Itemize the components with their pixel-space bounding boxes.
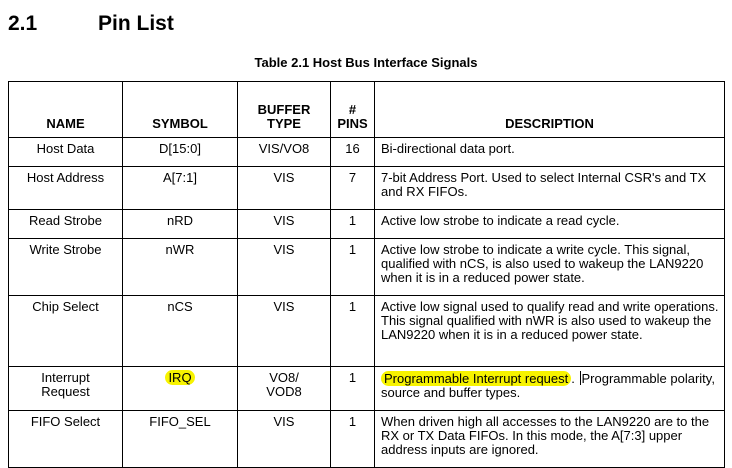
section-title: Pin List (98, 12, 174, 35)
cell-description: Active low signal used to qualify read a… (374, 295, 725, 367)
cell-pins: 1 (330, 209, 375, 239)
column-header-description: DESCRIPTION (374, 81, 725, 138)
cell-buffer: VO8/VOD8 (237, 366, 331, 411)
cell-pins: 1 (330, 410, 375, 468)
table-row: FIFO Select FIFO_SEL VIS 1 When driven h… (8, 410, 725, 468)
cell-pins: 1 (330, 238, 375, 296)
cell-symbol: nCS (122, 295, 238, 367)
column-header-name: NAME (8, 81, 123, 138)
cell-symbol: IRQ (122, 366, 238, 411)
cell-name: Host Data (8, 137, 123, 167)
column-header-buffer-type: BUFFER TYPE (237, 81, 331, 138)
table-row: Read Strobe nRD VIS 1 Active low strobe … (8, 209, 725, 239)
cell-symbol: nWR (122, 238, 238, 296)
cell-pins: 1 (330, 366, 375, 411)
cell-pins: 1 (330, 295, 375, 367)
cell-description: Active low strobe to indicate a read cyc… (374, 209, 725, 239)
cell-buffer: VIS (237, 209, 331, 239)
cell-name: Chip Select (8, 295, 123, 367)
description-highlight: Programmable Interrupt request (381, 371, 572, 386)
table-header-row: NAME SYMBOL BUFFER TYPE # PINS DESCRIPTION (8, 81, 725, 138)
cell-buffer: VIS (237, 166, 331, 210)
cell-buffer: VIS (237, 410, 331, 468)
cell-name: Host Address (8, 166, 123, 210)
cell-symbol: D[15:0] (122, 137, 238, 167)
cell-pins: 16 (330, 137, 375, 167)
cell-symbol: FIFO_SEL (122, 410, 238, 468)
cell-buffer: VIS/VO8 (237, 137, 331, 167)
table-row: Chip Select nCS VIS 1 Active low signal … (8, 295, 725, 367)
cell-description: Bi-directional data port. (374, 137, 725, 167)
cell-symbol: nRD (122, 209, 238, 239)
cell-description: When driven high all accesses to the LAN… (374, 410, 725, 468)
cell-name: Read Strobe (8, 209, 123, 239)
table-row: Host Data D[15:0] VIS/VO8 16 Bi-directio… (8, 137, 725, 167)
cell-name: FIFO Select (8, 410, 123, 468)
cell-pins: 7 (330, 166, 375, 210)
pin-list-table: NAME SYMBOL BUFFER TYPE # PINS DESCRIPTION… (8, 81, 725, 468)
section-number: 2.1 (8, 12, 38, 35)
column-header-symbol: SYMBOL (122, 81, 238, 138)
cell-name: Write Strobe (8, 238, 123, 296)
cell-name: Interrupt Request (8, 366, 123, 411)
cell-description: Active low strobe to indicate a write cy… (374, 238, 725, 296)
table-caption: Table 2.1 Host Bus Interface Signals (254, 55, 478, 70)
text-cursor (579, 371, 581, 385)
table-row: Host Address A[7:1] VIS 7 7-bit Address … (8, 166, 725, 210)
cell-buffer: VIS (237, 295, 331, 367)
cell-description: Programmable Interrupt request. Programm… (374, 366, 725, 411)
cell-symbol: A[7:1] (122, 166, 238, 210)
table-row: Interrupt Request IRQ VO8/VOD8 1 Programm… (8, 366, 725, 411)
symbol-highlight: IRQ (165, 370, 195, 385)
cell-description: 7-bit Address Port. Used to select Inter… (374, 166, 725, 210)
column-header-pins: # PINS (330, 81, 375, 138)
cell-buffer: VIS (237, 238, 331, 296)
table-row: Write Strobe nWR VIS 1 Active low strobe… (8, 238, 725, 296)
